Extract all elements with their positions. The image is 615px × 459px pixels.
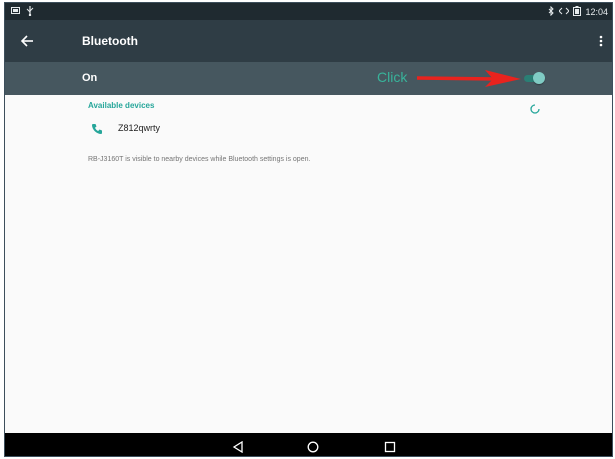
page-title: Bluetooth [82, 34, 138, 48]
bluetooth-switch-bar[interactable]: On Click [5, 62, 612, 95]
visibility-note: RB-J3160T is visible to nearby devices w… [88, 156, 311, 163]
app-bar: Bluetooth [5, 20, 612, 62]
status-clock: 12:04 [585, 7, 608, 17]
bluetooth-toggle-switch[interactable] [523, 70, 545, 86]
list-item[interactable]: Z812qwrty [5, 115, 612, 141]
device-screen: 12:04 Bluetooth On Click Available devic… [4, 2, 613, 457]
status-bar: 12:04 [5, 3, 612, 20]
battery-icon [573, 6, 582, 18]
toggle-thumb [533, 72, 545, 84]
device-list-panel: Available devices Z812qwrty RB-J3160T is… [5, 95, 612, 433]
available-devices-header: Available devices [88, 101, 155, 110]
back-arrow-icon[interactable] [18, 32, 36, 50]
back-triangle-icon[interactable] [232, 440, 244, 454]
usb-icon [26, 6, 34, 18]
recents-square-icon[interactable] [384, 440, 396, 453]
switch-state-label: On [82, 72, 98, 84]
scanning-spinner-icon [530, 101, 540, 114]
data-arrows-icon [558, 7, 571, 17]
phone-icon [91, 122, 103, 134]
bluetooth-icon [548, 5, 555, 18]
navigation-bar [5, 433, 612, 456]
annotation-arrow-icon [415, 68, 523, 88]
click-annotation-label: Click [377, 69, 408, 85]
screenshot-icon [11, 7, 20, 17]
device-name: Z812qwrty [118, 123, 161, 133]
home-circle-icon[interactable] [307, 440, 319, 453]
overflow-menu-icon[interactable] [598, 31, 604, 51]
